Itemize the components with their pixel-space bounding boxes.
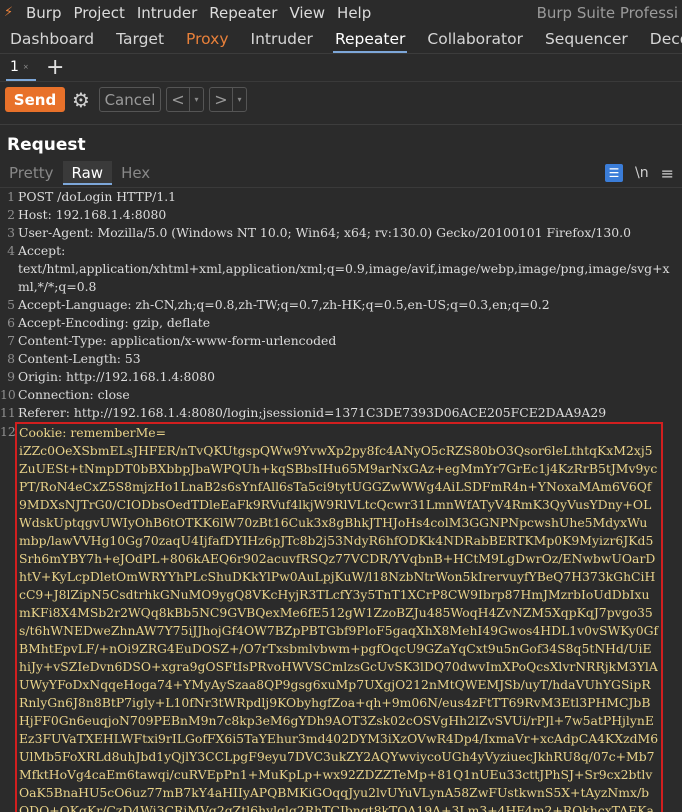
line-number: 2: [7, 207, 15, 222]
repeater-tab-1[interactable]: 1 ×: [6, 55, 36, 81]
cookie-value: iZZc0OeXSbmELsJHFER/nTvQKUtgspQWw9YvwXp2…: [19, 443, 659, 812]
window-title: Burp Suite Professi: [536, 4, 678, 22]
tab-target[interactable]: Target: [116, 26, 164, 53]
gear-icon[interactable]: ⚙: [69, 88, 93, 112]
menu-help[interactable]: Help: [337, 4, 371, 22]
line-content: Origin: http://192.168.1.4:8080: [18, 369, 216, 384]
tab-repeater[interactable]: Repeater: [332, 26, 408, 53]
request-editor[interactable]: 1 POST /doLogin HTTP/1.1 2 Host: 192.168.1.…: [0, 187, 682, 812]
tab-decoder[interactable]: Decoder: [650, 26, 682, 53]
cookie-line-number: 12: [0, 424, 16, 439]
panel-title: Request: [7, 135, 86, 155]
line-number: 6: [7, 315, 15, 330]
request-line: 2 Host: 192.168.1.4:8080: [0, 206, 682, 224]
line-content: Referer: http://192.168.1.4:8080/login;j…: [18, 405, 607, 420]
line-content: POST /doLogin HTTP/1.1: [18, 189, 177, 204]
request-line: 4 Accept: text/html,application/xhtml+xml…: [0, 242, 682, 296]
tab-sequencer[interactable]: Sequencer: [545, 26, 628, 53]
line-number: 8: [7, 351, 15, 366]
forward-dropdown-icon[interactable]: ▾: [232, 88, 246, 111]
cancel-button[interactable]: Cancel: [99, 87, 161, 112]
request-line: 3 User-Agent: Mozilla/5.0 (Windows NT 10.…: [0, 224, 682, 242]
back-dropdown-icon[interactable]: ▾: [189, 88, 203, 111]
view-tools: ☰ \n ≡: [605, 161, 674, 185]
repeater-tabs: 1 × +: [0, 53, 682, 81]
line-number: 10: [0, 387, 16, 402]
request-line: 6 Accept-Encoding: gzip, deflate: [0, 314, 682, 332]
menu-burp[interactable]: Burp: [26, 4, 62, 22]
line-number: 4: [7, 243, 15, 258]
back-button[interactable]: <: [167, 90, 189, 109]
line-content: Content-Type: application/x-www-form-url…: [18, 333, 337, 348]
word-wrap-icon[interactable]: ☰: [605, 164, 623, 182]
menu-intruder[interactable]: Intruder: [137, 4, 197, 22]
menu-view[interactable]: View: [289, 4, 325, 22]
line-content: Connection: close: [18, 387, 130, 402]
tab-collaborator[interactable]: Collaborator: [427, 26, 523, 53]
tab-hex[interactable]: Hex: [112, 161, 159, 185]
request-lines: 1 POST /doLogin HTTP/1.1 2 Host: 192.168.1.…: [0, 188, 682, 422]
request-line: 1 POST /doLogin HTTP/1.1: [0, 188, 682, 206]
line-number: 7: [7, 333, 15, 348]
tab-intruder[interactable]: Intruder: [251, 26, 313, 53]
line-content: Accept: text/html,application/xhtml+xml,…: [18, 243, 670, 294]
request-line: 5 Accept-Language: zh-CN,zh;q=0.8,zh-TW;q…: [0, 296, 682, 314]
burp-logo-icon: ⚡: [4, 5, 14, 20]
cookie-line: Cookie: rememberMe= iZZc0OeXSbmELsJHFER/n…: [19, 424, 659, 812]
request-line: 9 Origin: http://192.168.1.4:8080: [0, 368, 682, 386]
request-line: 11 Referer: http://192.168.1.4:8080/login…: [0, 404, 682, 422]
tab-proxy[interactable]: Proxy: [186, 26, 228, 53]
tool-tabs: Dashboard Target Proxy Intruder Repeater…: [0, 26, 682, 53]
line-number: 3: [7, 225, 15, 240]
request-line: Cookie: rememberMe= iZZc0OeXSbmELsJHFER/n…: [19, 424, 661, 812]
line-content: Accept-Encoding: gzip, deflate: [18, 315, 211, 330]
repeater-tab-label: 1: [10, 58, 19, 75]
cookie-highlight-box: Cookie: rememberMe= iZZc0OeXSbmELsJHFER/n…: [15, 422, 663, 812]
line-content: Content-Length: 53: [18, 351, 141, 366]
tab-dashboard[interactable]: Dashboard: [10, 26, 94, 53]
line-number: 9: [7, 369, 15, 384]
add-tab-button[interactable]: +: [46, 56, 64, 79]
menu-bar: ⚡ Burp Project Intruder Repeater View He…: [0, 0, 682, 26]
tab-raw[interactable]: Raw: [62, 161, 113, 185]
request-line: 8 Content-Length: 53: [0, 350, 682, 368]
repeater-toolbar: Send ⚙ Cancel < ▾ > ▾: [0, 81, 682, 117]
menu-icon[interactable]: ≡: [661, 164, 674, 183]
request-line: 10 Connection: close: [0, 386, 682, 404]
history-back-group: < ▾: [166, 87, 204, 112]
line-content: Accept-Language: zh-CN,zh;q=0.8,zh-TW;q=…: [18, 297, 550, 312]
line-number: 1: [7, 189, 15, 204]
menu-project[interactable]: Project: [74, 4, 125, 22]
cookie-key: Cookie: rememberMe=: [19, 425, 166, 440]
send-button[interactable]: Send: [5, 87, 65, 112]
history-forward-group: > ▾: [209, 87, 247, 112]
request-line: 7 Content-Type: application/x-www-form-ur…: [0, 332, 682, 350]
line-number: 11: [0, 405, 16, 420]
line-content: User-Agent: Mozilla/5.0 (Windows NT 10.0…: [18, 225, 631, 240]
close-tab-icon[interactable]: ×: [23, 63, 29, 71]
menu-repeater[interactable]: Repeater: [209, 4, 277, 22]
newline-toggle[interactable]: \n: [635, 165, 649, 181]
line-content: Host: 192.168.1.4:8080: [18, 207, 167, 222]
forward-button[interactable]: >: [210, 90, 232, 109]
line-number: 5: [7, 297, 15, 312]
tab-pretty[interactable]: Pretty: [0, 161, 63, 185]
request-panel: Request Pretty Raw Hex ☰ \n ≡ 1 POST /doL…: [0, 124, 682, 812]
view-tabs: Pretty Raw Hex ☰ \n ≡: [0, 161, 682, 185]
